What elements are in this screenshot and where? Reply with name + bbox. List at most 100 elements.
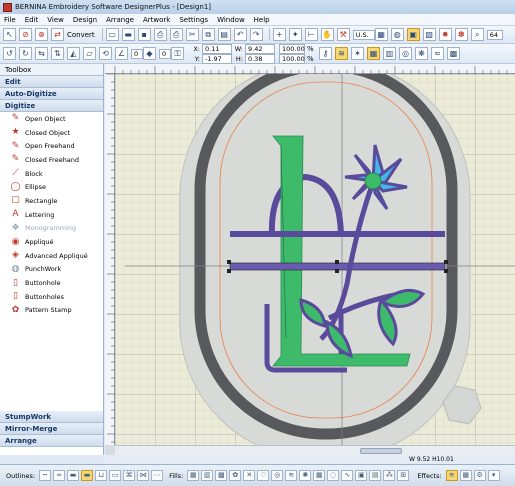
wave-fill-icon[interactable]: ≋: [285, 470, 298, 481]
zoom-in-icon[interactable]: +: [272, 28, 286, 41]
magic-wand-icon[interactable]: ✦: [288, 28, 302, 41]
show-stitches-icon[interactable]: ⊗: [35, 28, 48, 41]
selection-handle[interactable]: [444, 269, 448, 273]
align-icon[interactable]: ◭: [67, 47, 80, 60]
rotate-right-icon[interactable]: ↻: [19, 47, 32, 60]
tool-advanced-appliqu[interactable]: ◈ Advanced Appliqué: [0, 249, 103, 263]
color-icon[interactable]: ◆: [143, 47, 156, 60]
section-digitize[interactable]: Digitize: [0, 100, 103, 112]
satin-selected-icon[interactable]: ▬: [81, 470, 94, 481]
slow-redraw-icon[interactable]: ▧: [422, 28, 436, 41]
x-field[interactable]: 0.11: [202, 43, 232, 54]
motif-outline-icon[interactable]: ⌘: [123, 470, 136, 481]
section-mirror-merge[interactable]: Mirror-Merge: [0, 423, 103, 435]
selection-handle[interactable]: [227, 260, 231, 264]
cut-icon[interactable]: ✂: [185, 28, 199, 41]
save-icon[interactable]: ▪: [137, 28, 151, 41]
tool-buttonhole[interactable]: ▯ Buttonhole: [0, 276, 103, 290]
w-field[interactable]: 9.42: [245, 43, 275, 54]
contour-fill-icon[interactable]: ◎: [271, 470, 284, 481]
measure-icon[interactable]: ⊢: [304, 28, 318, 41]
tool-pattern-stamp[interactable]: ✿ Pattern Stamp: [0, 304, 103, 318]
tools-icon[interactable]: ⚒: [336, 28, 350, 41]
settings-gear-icon[interactable]: ⚙: [473, 470, 486, 481]
running-stitch-icon[interactable]: ┅: [39, 470, 52, 481]
zoom-icon[interactable]: ⌕: [470, 28, 484, 41]
selection-handle[interactable]: [335, 269, 339, 273]
trapunto-fill-icon[interactable]: ▤: [369, 470, 382, 481]
color-wheel-icon[interactable]: ◍: [390, 28, 404, 41]
tool-open-freehand[interactable]: ✎ Open Freehand: [0, 139, 103, 153]
copy-icon[interactable]: ⧉: [201, 28, 215, 41]
chenille-fill-icon[interactable]: ⁂: [383, 470, 396, 481]
section-edit[interactable]: Edit: [0, 76, 103, 88]
mirror-vertical-icon[interactable]: ⇅: [51, 47, 64, 60]
star-tool-icon[interactable]: ✶: [351, 47, 364, 60]
embroidery-canvas[interactable]: [115, 74, 515, 445]
cross-fill-icon[interactable]: ✕: [243, 470, 256, 481]
proportional-lock-icon[interactable]: ⚷: [319, 47, 332, 60]
h-field[interactable]: 0.38: [245, 53, 275, 64]
wave-effect-icon[interactable]: ≋: [445, 470, 458, 481]
tool-ellipse[interactable]: ◯ Ellipse: [0, 180, 103, 194]
carving-effect-icon[interactable]: ▦: [459, 470, 472, 481]
region-select[interactable]: U.S.: [352, 29, 375, 40]
skew-icon[interactable]: ▱: [83, 47, 96, 60]
horizontal-scrollbar[interactable]: [115, 445, 515, 455]
selection-handle[interactable]: [444, 260, 448, 264]
paste-icon[interactable]: ▤: [217, 28, 231, 41]
stippling-fill-icon[interactable]: ∿: [341, 470, 354, 481]
menu-view[interactable]: View: [47, 16, 64, 24]
blanket-stitch-icon[interactable]: ⊔: [95, 470, 108, 481]
tool-lettering[interactable]: A Lettering: [0, 208, 103, 222]
satin-icon[interactable]: ▦: [367, 47, 380, 60]
tool-punchwork[interactable]: ◍ PunchWork: [0, 263, 103, 277]
menu-edit[interactable]: Edit: [25, 16, 39, 24]
menu-file[interactable]: File: [4, 16, 16, 24]
wave-icon[interactable]: ≈: [431, 47, 444, 60]
design-info-icon[interactable]: ▦: [374, 28, 388, 41]
effect-icon[interactable]: ❋: [415, 47, 428, 60]
zigzag-outline-icon[interactable]: ⋈: [137, 470, 150, 481]
convert-icon[interactable]: ⇄: [51, 28, 64, 41]
scrollbar-thumb[interactable]: [360, 448, 402, 454]
new-file-icon[interactable]: ▭: [105, 28, 119, 41]
undo-icon[interactable]: ↶: [233, 28, 247, 41]
menu-window[interactable]: Window: [217, 16, 245, 24]
hide-artwork-icon[interactable]: ⊘: [19, 28, 32, 41]
menu-settings[interactable]: Settings: [179, 16, 208, 24]
hand-icon[interactable]: ✋: [320, 28, 334, 41]
scale-height-field[interactable]: 100.00: [279, 53, 305, 64]
fill-icon[interactable]: ▥: [383, 47, 396, 60]
lock-icon[interactable]: ⚿: [171, 47, 184, 60]
angle-field[interactable]: 0: [131, 48, 143, 59]
open-file-icon[interactable]: ▬: [121, 28, 135, 41]
selection-handle[interactable]: [227, 269, 231, 273]
spiral-icon[interactable]: ◎: [399, 47, 412, 60]
tool-buttonholes[interactable]: ▯ Buttonholes: [0, 290, 103, 304]
radial-fill-icon[interactable]: ✺: [299, 470, 312, 481]
tool-closed-freehand[interactable]: ✎ Closed Freehand: [0, 153, 103, 167]
print-icon[interactable]: ⎙: [169, 28, 183, 41]
stitch-player-icon[interactable]: ✹: [438, 28, 452, 41]
menu-arrange[interactable]: Arrange: [106, 16, 134, 24]
tool-open-object[interactable]: ✎ Open Object: [0, 112, 103, 126]
motif-fill-icon[interactable]: ✿: [229, 470, 242, 481]
menu-design[interactable]: Design: [73, 16, 97, 24]
print-preview-icon[interactable]: ⎙: [153, 28, 167, 41]
satin-outline-icon[interactable]: ▬: [67, 470, 80, 481]
rotate-45-icon[interactable]: ⟲: [99, 47, 112, 60]
tool-rectangle[interactable]: ▢ Rectangle: [0, 194, 103, 208]
zoom-field[interactable]: 64: [486, 29, 503, 40]
heart-fill-icon[interactable]: ♡: [257, 470, 270, 481]
section-arrange[interactable]: Arrange: [0, 435, 103, 447]
redo-icon[interactable]: ↷: [249, 28, 263, 41]
convert-button[interactable]: Convert: [67, 31, 95, 39]
tool-appliqu[interactable]: ◉ Appliqué: [0, 235, 103, 249]
section-stumpwork[interactable]: StumpWork: [0, 411, 103, 423]
sequin-fill-icon[interactable]: ◌: [327, 470, 340, 481]
grid-icon[interactable]: ▩: [447, 47, 460, 60]
selection-handle[interactable]: [335, 260, 339, 264]
more-effects-icon[interactable]: ▾: [487, 470, 500, 481]
satin-fill-icon[interactable]: ▥: [201, 470, 214, 481]
